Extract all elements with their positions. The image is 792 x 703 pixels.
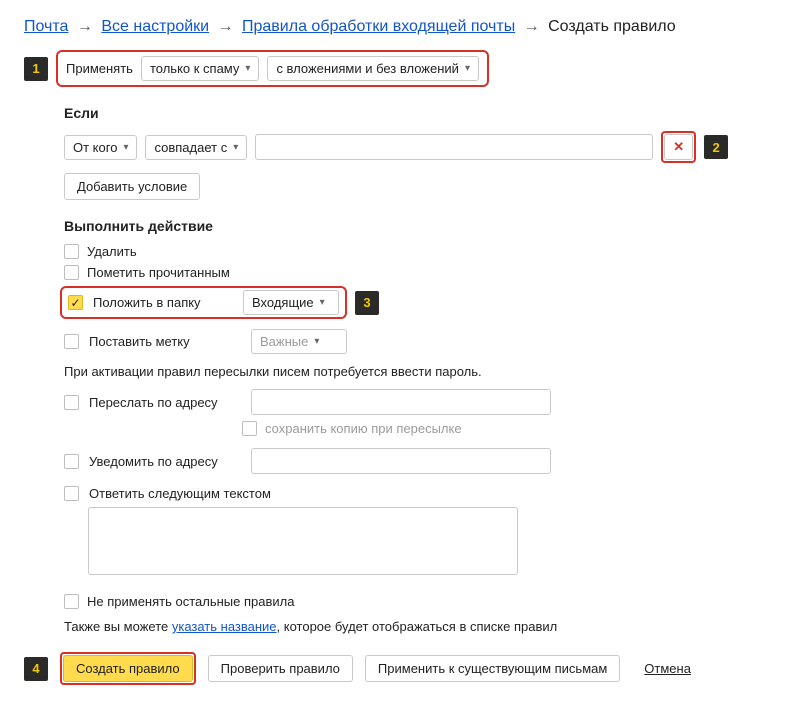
apply-label: Применять [66,61,133,76]
apply-highlight: Применять только к спаму ▾ с вложениями … [56,50,489,87]
chevron-right-icon: → [77,18,93,35]
chevron-down-icon: ▾ [123,142,128,153]
stop-rules-checkbox[interactable] [64,594,79,609]
reply-label: Ответить следующим текстом [89,486,271,501]
keep-copy-label: сохранить копию при пересылке [265,421,462,436]
create-rule-button[interactable]: Создать правило [63,655,193,682]
forward-note: При активации правил пересылки писем пот… [64,364,768,379]
notify-checkbox[interactable] [64,454,79,469]
stop-rules-label: Не применять остальные правила [87,594,294,609]
forward-label: Переслать по адресу [89,395,241,410]
forward-checkbox[interactable] [64,395,79,410]
callout-3: 3 [355,291,379,315]
folder-select[interactable]: Входящие ▾ [243,290,339,315]
chevron-right-icon: → [218,18,234,35]
apply-scope-select[interactable]: только к спаму ▾ [141,56,259,81]
callout-4: 4 [24,657,48,681]
test-rule-button[interactable]: Проверить правило [208,655,353,682]
add-condition-button[interactable]: Добавить условие [64,173,200,200]
if-op-select[interactable]: совпадает с ▾ [145,135,247,160]
set-label-checkbox[interactable] [64,334,79,349]
name-hint: Также вы можете указать название, которо… [64,619,768,634]
move-folder-highlight: ✓ Положить в папку Входящие ▾ [60,286,347,319]
chevron-down-icon: ▾ [314,336,319,347]
delete-condition-button[interactable]: ✕ [664,134,693,160]
move-folder-checkbox[interactable]: ✓ [68,295,83,310]
keep-copy-checkbox[interactable] [242,421,257,436]
breadcrumb: Почта → Все настройки → Правила обработк… [24,18,768,36]
set-label-label: Поставить метку [89,334,241,349]
breadcrumb-mail[interactable]: Почта [24,18,68,35]
breadcrumb-rules[interactable]: Правила обработки входящей почты [242,18,515,35]
create-highlight: Создать правило [60,652,196,685]
move-folder-label: Положить в папку [93,295,233,310]
if-field-select[interactable]: От кого ▾ [64,135,137,160]
breadcrumb-current: Создать правило [548,18,676,35]
delete-checkbox[interactable] [64,244,79,259]
reply-checkbox[interactable] [64,486,79,501]
mark-read-label: Пометить прочитанным [87,265,230,280]
apply-attach-select[interactable]: с вложениями и без вложений ▾ [267,56,479,81]
notify-input[interactable] [251,448,551,474]
apply-existing-button[interactable]: Применить к существующим письмам [365,655,620,682]
chevron-down-icon: ▾ [465,63,470,74]
delete-label: Удалить [87,244,137,259]
reply-textarea[interactable] [88,507,518,575]
chevron-right-icon: → [524,18,540,35]
action-title: Выполнить действие [64,218,768,234]
notify-label: Уведомить по адресу [89,454,241,469]
forward-input[interactable] [251,389,551,415]
label-select[interactable]: Важные ▾ [251,329,347,354]
breadcrumb-all-settings[interactable]: Все настройки [101,18,209,35]
cancel-link[interactable]: Отмена [644,661,691,676]
chevron-down-icon: ▾ [245,63,250,74]
callout-2: 2 [704,135,728,159]
set-name-link[interactable]: указать название [172,619,277,634]
if-value-input[interactable] [255,134,653,160]
delete-highlight: ✕ [661,131,696,163]
callout-1: 1 [24,57,48,81]
chevron-down-icon: ▾ [233,142,238,153]
close-icon: ✕ [673,139,684,155]
if-title: Если [64,105,768,121]
mark-read-checkbox[interactable] [64,265,79,280]
chevron-down-icon: ▾ [320,297,325,308]
